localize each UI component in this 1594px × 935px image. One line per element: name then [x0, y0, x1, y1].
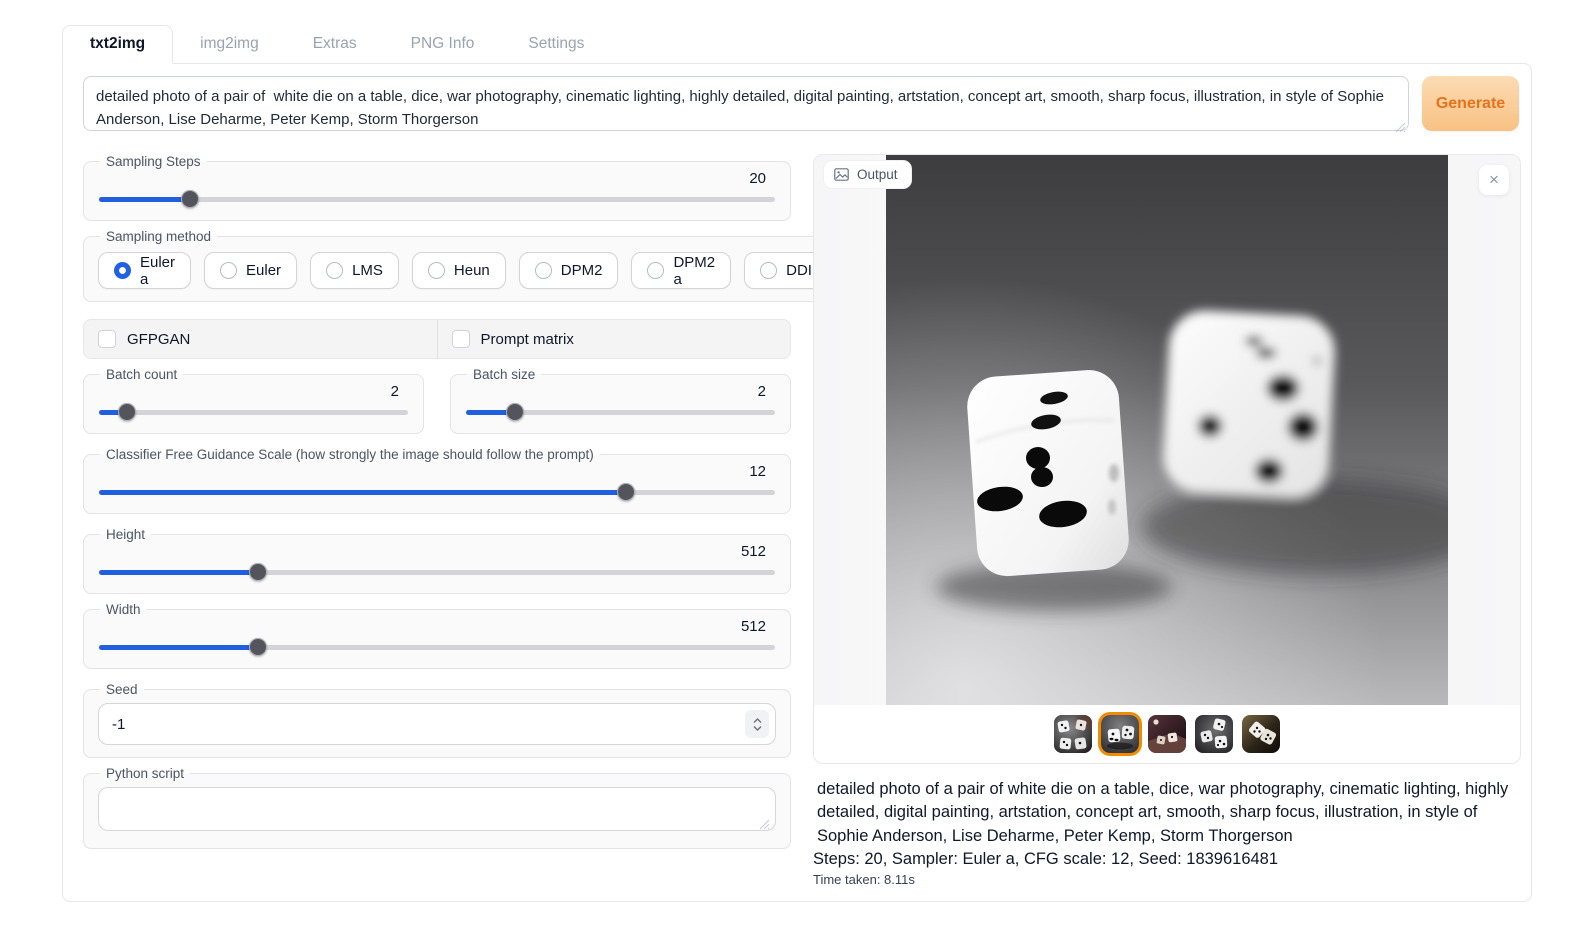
settings-column: Sampling Steps 20 Sampling method Euler … [83, 154, 791, 887]
prompt-matrix-checkbox[interactable] [452, 330, 470, 348]
output-image-stage [814, 155, 1520, 705]
sampler-option-label: Euler a [140, 254, 175, 288]
sampler-option-euler-a[interactable]: Euler a [98, 252, 191, 289]
output-image[interactable] [886, 155, 1448, 705]
close-icon[interactable]: × [1479, 165, 1509, 195]
output-thumbnail-3[interactable] [1148, 715, 1186, 753]
app-window: txt2img img2img Extras PNG Info Settings… [62, 25, 1532, 902]
width-label: Width [100, 602, 147, 617]
seed-stepper[interactable] [745, 710, 769, 738]
batch-size-slider[interactable] [466, 403, 775, 421]
output-column: Output × [813, 154, 1521, 887]
python-script-label: Python script [100, 766, 190, 781]
result-prompt-text: detailed photo of a pair of white die on… [817, 778, 1517, 848]
output-header: Output [824, 161, 911, 188]
sampler-option-label: DPM2 [561, 262, 603, 279]
batch-count-label: Batch count [100, 367, 183, 382]
batch-size-slider-handle[interactable] [506, 403, 524, 421]
batch-count-slider-handle[interactable] [118, 403, 136, 421]
prompt-row: detailed photo of a pair of white die on… [83, 76, 1521, 136]
sampling-steps-label: Sampling Steps [100, 154, 207, 169]
prompt-matrix-label: Prompt matrix [481, 331, 574, 348]
gfpgan-option[interactable]: GFPGAN [84, 320, 437, 358]
sampler-option-euler[interactable]: Euler [204, 252, 297, 289]
radio-icon [647, 262, 664, 279]
gfpgan-checkbox[interactable] [98, 330, 116, 348]
output-thumbnail-5[interactable] [1242, 715, 1280, 753]
radio-selected-icon [114, 262, 131, 279]
batch-count-group: Batch count 2 [83, 367, 424, 434]
radio-icon [760, 262, 777, 279]
output-gallery: Output × [813, 154, 1521, 764]
python-script-input[interactable] [98, 787, 776, 831]
radio-icon [326, 262, 343, 279]
prompt-matrix-option[interactable]: Prompt matrix [437, 320, 791, 358]
height-slider[interactable] [99, 563, 775, 581]
tab-png-info[interactable]: PNG Info [384, 26, 502, 63]
txt2img-panel: detailed photo of a pair of white die on… [62, 63, 1532, 902]
python-script-group: Python script [83, 766, 791, 849]
width-slider[interactable] [99, 638, 775, 656]
resize-handle-icon[interactable] [1395, 122, 1406, 133]
sampler-option-heun[interactable]: Heun [412, 252, 506, 289]
generate-button[interactable]: Generate [1422, 76, 1519, 131]
resize-handle-icon[interactable] [759, 819, 770, 830]
sampler-option-lms[interactable]: LMS [310, 252, 399, 289]
sampler-option-label: Heun [454, 262, 490, 279]
height-value: 512 [98, 543, 776, 560]
prompt-input[interactable]: detailed photo of a pair of white die on… [83, 76, 1409, 131]
batch-count-slider[interactable] [99, 403, 408, 421]
sampler-option-dpm2[interactable]: DPM2 [519, 252, 619, 289]
batch-size-group: Batch size 2 [450, 367, 791, 434]
sampling-steps-value: 20 [98, 170, 776, 187]
sampler-option-dpm2-a[interactable]: DPM2 a [631, 252, 731, 289]
time-taken-text: Time taken: 8.11s [813, 872, 1521, 887]
batch-size-label: Batch size [467, 367, 541, 382]
image-icon [834, 168, 849, 181]
tab-settings[interactable]: Settings [501, 26, 611, 63]
options-panel: GFPGAN Prompt matrix [83, 319, 791, 359]
width-group: Width 512 [83, 602, 791, 669]
tab-bar: txt2img img2img Extras PNG Info Settings [62, 25, 1532, 63]
width-slider-handle[interactable] [249, 638, 267, 656]
height-slider-handle[interactable] [249, 563, 267, 581]
sampling-steps-slider[interactable] [99, 190, 775, 208]
tab-txt2img[interactable]: txt2img [62, 25, 173, 64]
cfg-scale-group: Classifier Free Guidance Scale (how stro… [83, 447, 791, 514]
sampler-option-label: DPM2 a [673, 254, 715, 288]
cfg-scale-label: Classifier Free Guidance Scale (how stro… [100, 447, 600, 462]
batch-size-value: 2 [465, 383, 776, 400]
width-value: 512 [98, 618, 776, 635]
cfg-scale-value: 12 [98, 463, 776, 480]
radio-icon [428, 262, 445, 279]
seed-label: Seed [100, 682, 144, 697]
radio-icon [535, 262, 552, 279]
radio-icon [220, 262, 237, 279]
seed-group: Seed [83, 682, 791, 758]
tab-img2img[interactable]: img2img [173, 26, 286, 63]
chevron-up-icon [753, 718, 762, 724]
gallery-thumbnails [814, 705, 1520, 763]
sampling-steps-group: Sampling Steps 20 [83, 154, 791, 221]
result-params-text: Steps: 20, Sampler: Euler a, CFG scale: … [813, 850, 1521, 869]
output-thumbnail-2[interactable] [1101, 715, 1139, 753]
sampling-steps-slider-handle[interactable] [181, 190, 199, 208]
output-label: Output [857, 167, 898, 182]
sampler-option-label: Euler [246, 262, 281, 279]
tab-extras[interactable]: Extras [286, 26, 384, 63]
output-thumbnail-4[interactable] [1195, 715, 1233, 753]
height-label: Height [100, 527, 151, 542]
sampling-method-label: Sampling method [100, 229, 217, 244]
chevron-down-icon [753, 725, 762, 731]
height-group: Height 512 [83, 527, 791, 594]
cfg-scale-slider-handle[interactable] [617, 483, 635, 501]
output-thumbnail-1[interactable] [1054, 715, 1092, 753]
seed-input[interactable] [98, 703, 776, 745]
gfpgan-label: GFPGAN [127, 331, 190, 348]
batch-count-value: 2 [98, 383, 409, 400]
cfg-scale-slider[interactable] [99, 483, 775, 501]
sampler-option-label: LMS [352, 262, 383, 279]
